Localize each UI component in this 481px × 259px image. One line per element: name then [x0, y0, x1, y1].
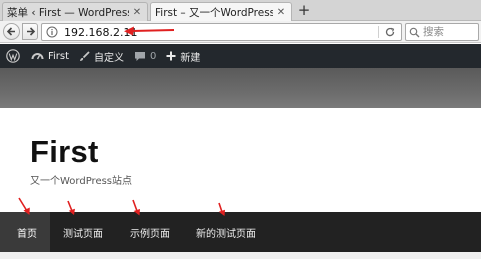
customize-label: 自定义	[94, 52, 125, 64]
search-input[interactable]	[423, 26, 475, 38]
url-text: 192.168.2.11	[64, 25, 138, 39]
back-arrow-icon	[6, 27, 15, 36]
menu-item-home[interactable]: 首页	[0, 212, 50, 252]
comments-link[interactable]: 0	[129, 44, 161, 68]
navigation-bar: 192.168.2.11	[0, 21, 481, 43]
tab-label: First – 又一个WordPress站	[155, 7, 273, 19]
site-title[interactable]: First	[30, 134, 99, 170]
tab-label: 菜单 ‹ First — WordPress	[7, 6, 129, 19]
new-content-menu[interactable]: 新建	[161, 44, 205, 68]
header-image	[0, 68, 481, 108]
info-icon[interactable]	[46, 26, 58, 38]
forward-arrow-icon	[26, 27, 35, 36]
menu-item-sample-page[interactable]: 示例页面	[130, 212, 170, 252]
address-bar[interactable]: 192.168.2.11	[41, 23, 402, 41]
search-icon	[409, 27, 420, 37]
wordpress-logo-menu[interactable]	[0, 44, 26, 68]
tab-strip: 菜单 ‹ First — WordPress ✕ First – 又一个Word…	[0, 0, 481, 22]
plus-icon	[166, 51, 176, 61]
primary-menu: 首页 测试页面 示例页面 新的测试页面	[0, 212, 481, 252]
search-bar[interactable]	[405, 23, 479, 41]
comments-count: 0	[150, 50, 157, 62]
dashboard-icon	[31, 53, 44, 60]
new-content-label: 新建	[180, 52, 201, 64]
site-name-menu[interactable]: First	[26, 44, 74, 68]
customize-link[interactable]: 自定义	[74, 44, 129, 68]
wordpress-logo-icon	[6, 49, 20, 63]
site-description: 又一个WordPress站点	[30, 176, 133, 187]
tab-menu-wordpress[interactable]: 菜单 ‹ First — WordPress ✕	[2, 2, 148, 21]
menu-item-new-test-page[interactable]: 新的测试页面	[196, 212, 256, 252]
site-name-label: First	[48, 50, 70, 62]
wp-admin-bar: First 自定义 0 新建	[0, 44, 481, 68]
close-icon[interactable]: ✕	[275, 7, 287, 19]
new-tab-button[interactable]: +	[296, 3, 312, 19]
tab-first-site[interactable]: First – 又一个WordPress站 ✕	[150, 2, 292, 22]
back-button[interactable]	[3, 23, 20, 40]
menu-item-test-page[interactable]: 测试页面	[63, 212, 103, 252]
close-icon[interactable]: ✕	[131, 6, 143, 18]
reload-icon[interactable]	[384, 26, 396, 38]
content-area-edge	[0, 252, 481, 259]
site-branding: First 又一个WordPress站点	[0, 108, 481, 212]
brush-icon	[80, 50, 90, 61]
url-divider	[378, 26, 379, 38]
comment-bubble-icon	[135, 51, 146, 61]
forward-button[interactable]	[22, 23, 38, 40]
